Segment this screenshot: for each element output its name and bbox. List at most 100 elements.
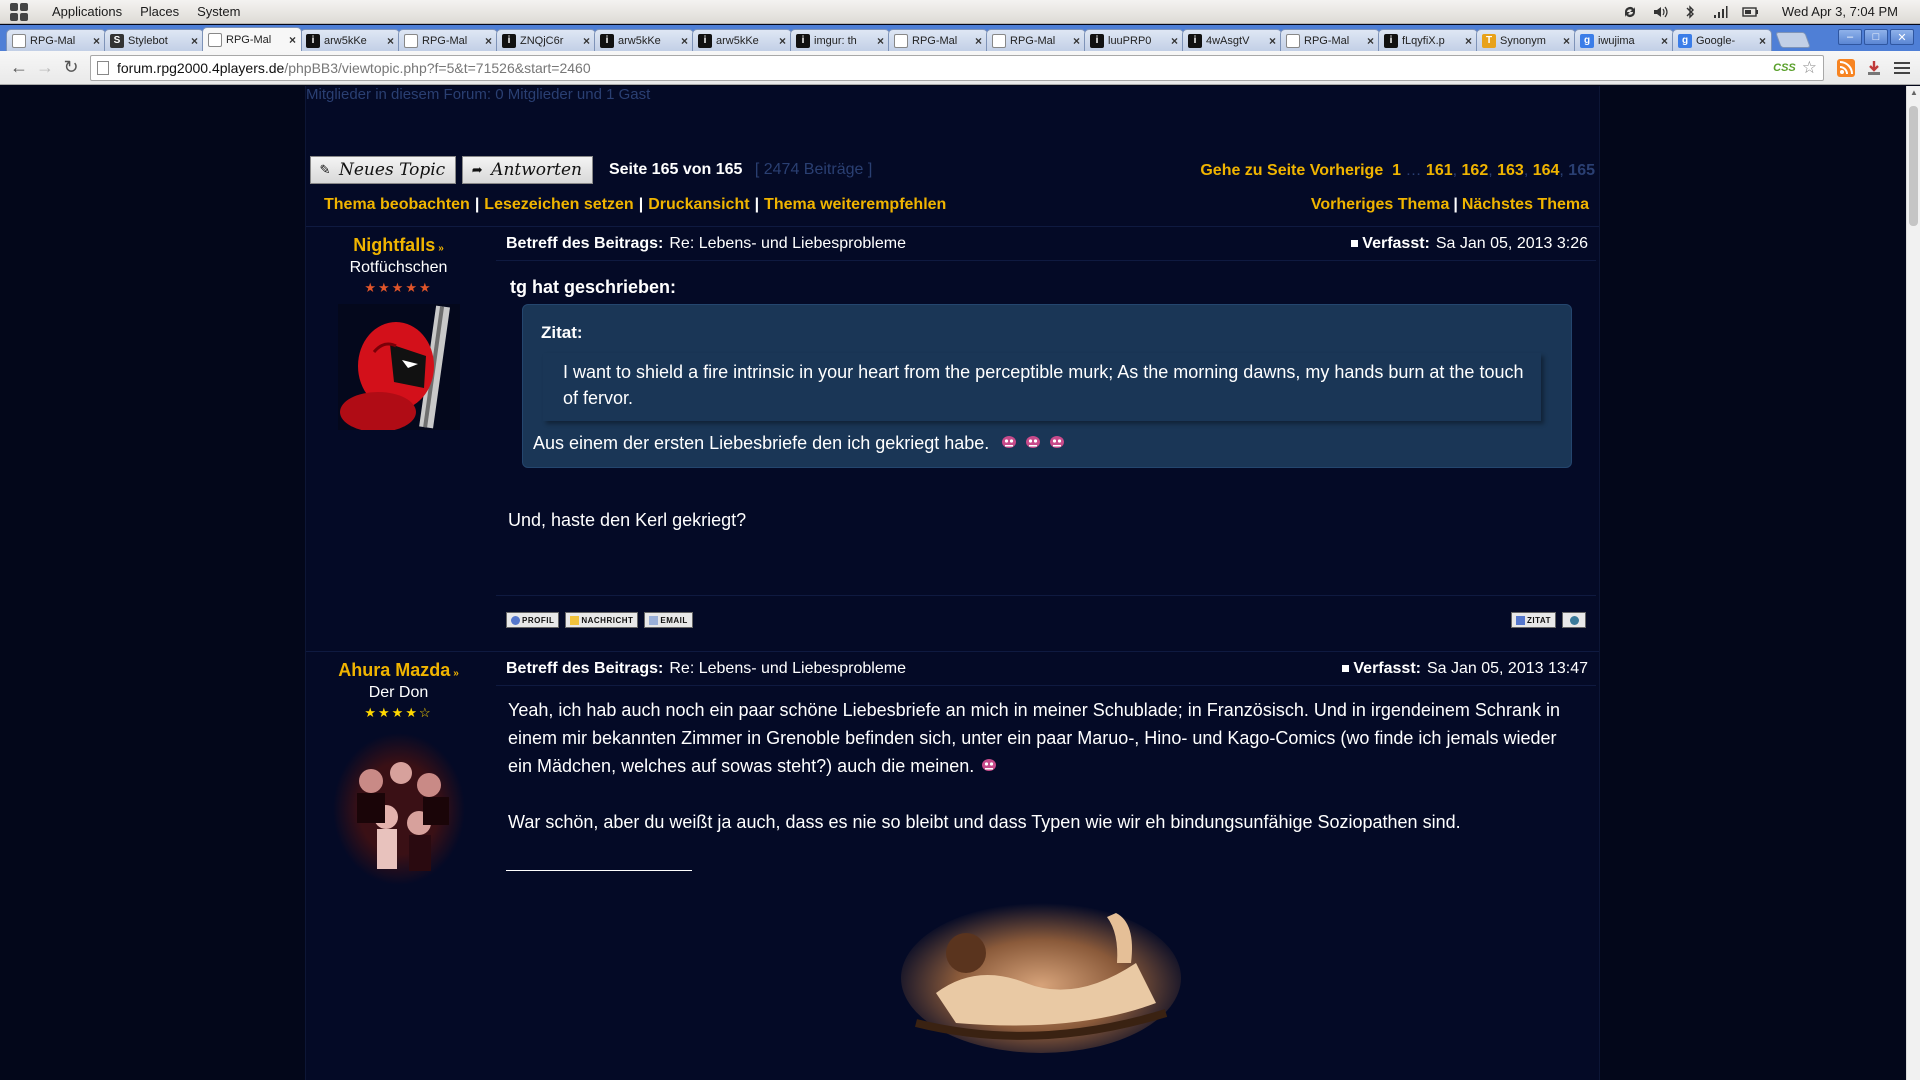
tab-close-icon[interactable]: × [191,34,198,48]
browser-tab[interactable]: i imgur: th × [790,29,890,51]
gnome-foot-icon[interactable] [10,2,28,21]
tab-close-icon[interactable]: × [877,34,884,48]
post-2-avatar[interactable] [331,731,467,887]
post-2-author[interactable]: Ahura Mazda [338,660,450,680]
current-page: 165 [1568,162,1595,179]
page-link-1[interactable]: 1 [1392,162,1401,179]
browser-tab[interactable]: i arw5kKe × [594,29,694,51]
new-topic-button[interactable]: ✎ Neues Topic [310,156,457,184]
tab-close-icon[interactable]: × [1661,34,1668,48]
tab-favicon-icon: g [1580,33,1594,48]
tab-title: Synonym [1500,34,1546,47]
reply-button[interactable]: ➦ Antworten [462,156,593,184]
browser-tab[interactable]: i luuPRP0 × [1084,29,1184,51]
browser-tab[interactable]: i arw5kKe × [692,29,792,51]
email-topic-link[interactable]: Thema weiterempfehlen [764,196,946,213]
page-link-161[interactable]: 161 [1426,162,1453,179]
tab-close-icon[interactable]: × [1563,34,1570,48]
menu-applications[interactable]: Applications [52,4,122,19]
bookmark-star-icon[interactable]: ☆ [1802,58,1817,78]
maximize-button[interactable]: □ [1864,29,1888,45]
menu-places[interactable]: Places [140,4,179,19]
tab-close-icon[interactable]: × [779,34,786,48]
scroll-up-arrow[interactable]: ▲ [1910,88,1918,97]
post-2-subject: Re: Lebens- und Liebesprobleme [669,659,906,677]
print-view-link[interactable]: Druckansicht [648,196,749,213]
tab-close-icon[interactable]: × [1367,34,1374,48]
browser-tab[interactable]: S Stylebot × [104,29,204,51]
post-1-author[interactable]: Nightfalls [353,235,435,255]
clock[interactable]: Wed Apr 3, 7:04 PM [1782,4,1898,19]
close-window-button[interactable]: ✕ [1890,29,1914,45]
new-tab-button[interactable] [1775,32,1811,48]
post-1-avatar[interactable] [337,304,460,432]
tab-close-icon[interactable]: × [681,34,688,48]
prev-topic-link[interactable]: Vorheriges Thema [1311,196,1449,213]
tab-favicon-icon: i [698,33,712,48]
browser-tab[interactable]: i 4wAsgtV × [1182,29,1282,51]
browser-tab[interactable]: g iwujima × [1574,29,1674,51]
chrome-menu-icon[interactable] [1890,56,1914,80]
tab-close-icon[interactable]: × [387,34,394,48]
edit-button[interactable] [1562,612,1586,628]
tab-close-icon[interactable]: × [1073,34,1080,48]
page-scrollbar[interactable]: ▲ [1906,86,1920,1080]
download-extension-icon[interactable] [1862,56,1886,80]
browser-tab[interactable]: RPG-Mal × [1280,29,1380,51]
watch-topic-link[interactable]: Thema beobachten [324,196,470,213]
page-link-164[interactable]: 164 [1533,162,1560,179]
prev-page-link[interactable]: Vorherige [1310,162,1384,179]
back-button[interactable]: ← [6,55,32,81]
next-topic-link[interactable]: Nächstes Thema [1462,196,1589,213]
message-button[interactable]: NACHRICHT [565,612,639,628]
page-link-163[interactable]: 163 [1497,162,1524,179]
tab-favicon-icon [12,33,26,48]
browser-tab[interactable]: i ZNQjC6r × [496,29,596,51]
browser-tab[interactable]: i fLqyfiX.p × [1378,29,1478,51]
quote-button[interactable]: ZITAT [1511,612,1556,628]
minimize-button[interactable]: – [1838,29,1862,45]
page-viewport[interactable]: Mitglieder in diesem Forum: 0 Mitglieder… [0,86,1906,1080]
menu-system[interactable]: System [197,4,240,19]
sync-icon[interactable] [1622,4,1638,20]
tab-close-icon[interactable]: × [1759,34,1766,48]
email-button[interactable]: EMAIL [644,612,693,628]
browser-tab[interactable]: RPG-Mal × [888,29,988,51]
signal-icon[interactable] [1712,4,1728,20]
tab-close-icon[interactable]: × [289,33,296,47]
forward-button[interactable]: → [32,55,58,81]
browser-tab[interactable]: i arw5kKe × [300,29,400,51]
bookmark-topic-link[interactable]: Lesezeichen setzen [484,196,633,213]
tab-close-icon[interactable]: × [1465,34,1472,48]
address-bar[interactable]: forum.rpg2000.4players.de/phpBB3/viewtop… [90,54,1824,81]
volume-icon[interactable] [1652,4,1668,20]
tab-close-icon[interactable]: × [1171,34,1178,48]
address-host: forum.rpg2000.4players.de [117,59,285,76]
bluetooth-icon[interactable] [1682,4,1698,20]
tab-close-icon[interactable]: × [975,34,982,48]
post-link-icon[interactable] [1351,240,1359,247]
post-link-icon[interactable] [1342,665,1350,672]
scrollbar-thumb[interactable] [1909,106,1918,226]
subject-label: Betreff des Beitrags: [506,234,664,252]
post-1: Nightfalls» Rotfüchschen ★★★★★ Betreff d… [306,226,1599,650]
tab-close-icon[interactable]: × [485,34,492,48]
stylebot-extension-icon[interactable]: CSS [1773,62,1796,74]
rss-icon[interactable] [1834,56,1858,80]
browser-tab[interactable]: RPG-Mal × [202,27,302,51]
browser-tab[interactable]: T Synonym × [1476,29,1576,51]
browser-tab[interactable]: RPG-Mal × [6,29,106,51]
tab-favicon-icon: i [1188,33,1202,48]
reload-button[interactable]: ↻ [58,55,84,81]
tab-close-icon[interactable]: × [93,34,100,48]
tab-close-icon[interactable]: × [1269,34,1276,48]
tab-close-icon[interactable]: × [583,34,590,48]
page-link-162[interactable]: 162 [1462,162,1489,179]
profile-button[interactable]: PROFIL [506,612,560,628]
goto-page-link[interactable]: Gehe zu Seite [1200,162,1305,179]
quote-author: tg hat geschrieben: [510,277,677,297]
browser-tab[interactable]: RPG-Mal × [398,29,498,51]
browser-tab[interactable]: RPG-Mal × [986,29,1086,51]
browser-tab[interactable]: g Google- × [1672,29,1772,51]
battery-icon[interactable] [1742,4,1758,20]
